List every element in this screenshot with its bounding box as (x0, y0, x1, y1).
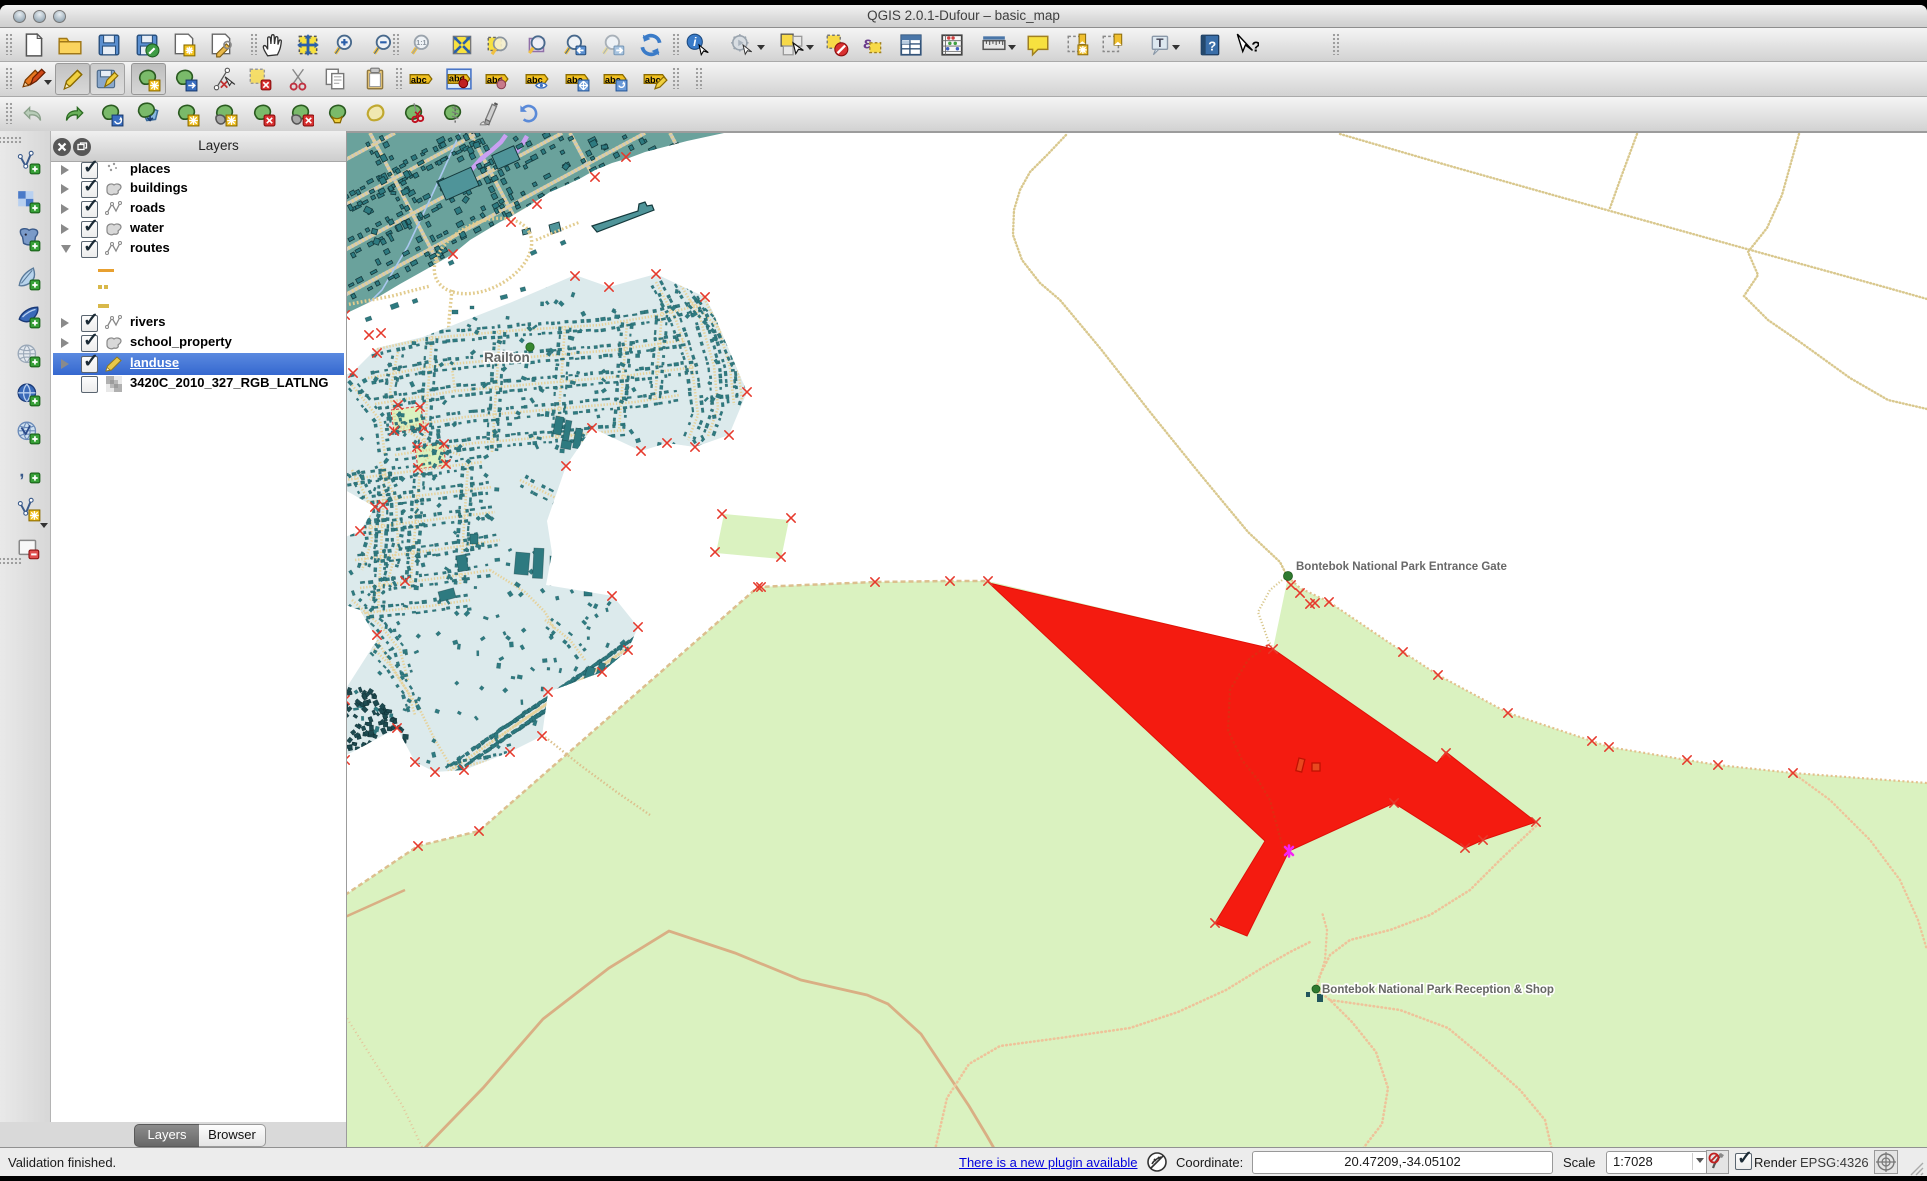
svg-text:?: ? (1208, 38, 1216, 53)
svg-text:abc: abc (411, 75, 427, 85)
svg-text:1:1: 1:1 (416, 40, 426, 47)
svg-text:?: ? (1251, 39, 1259, 56)
svg-text:,: , (19, 459, 24, 480)
svg-text:T: T (1156, 36, 1164, 50)
